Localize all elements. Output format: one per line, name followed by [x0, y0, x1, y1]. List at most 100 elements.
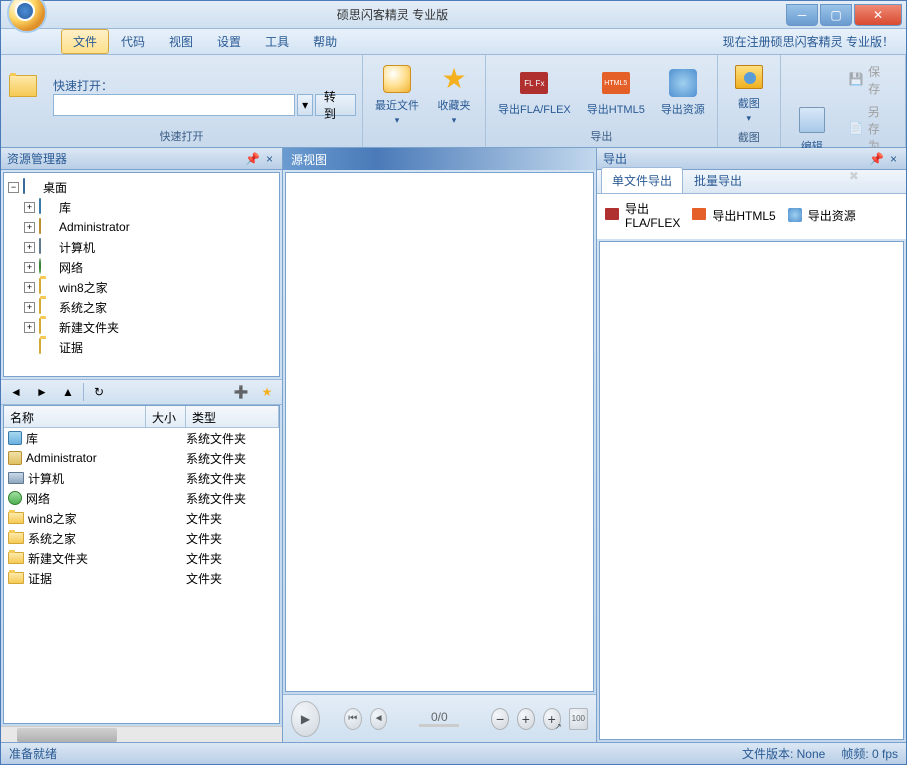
forward-button[interactable]: ►: [31, 381, 53, 403]
expand-icon[interactable]: +: [24, 302, 35, 313]
quick-open-dropdown[interactable]: ▾: [297, 94, 312, 116]
resource-panel-header: 资源管理器 📌 ×: [1, 148, 282, 170]
tab-single-export[interactable]: 单文件导出: [601, 167, 683, 193]
source-view-header: 源视图: [283, 148, 596, 170]
quick-open-label: 快速打开：: [53, 77, 356, 94]
app-icon[interactable]: [7, 0, 55, 41]
zoom-100-button[interactable]: 100: [569, 708, 588, 730]
tree-node[interactable]: +Administrator: [8, 217, 275, 237]
favorites-button[interactable]: ★ 收藏夹 ▾: [429, 61, 479, 128]
save-icon: 💾: [849, 72, 864, 88]
export-fla-item[interactable]: 导出 FLA/FLEX: [605, 202, 680, 231]
favorite-button[interactable]: ★: [256, 381, 278, 403]
chevron-down-icon: ▾: [452, 115, 457, 126]
resources-icon: [788, 208, 804, 224]
list-item[interactable]: 系统之家文件夹: [4, 528, 279, 548]
expand-icon[interactable]: +: [24, 262, 35, 273]
back-button[interactable]: ◄: [5, 381, 27, 403]
col-type[interactable]: 类型: [186, 406, 279, 427]
ribbon-group-export: 导出: [492, 125, 711, 147]
ribbon: 快速打开： ▾ 转到 快速打开 最近文件 ▾: [1, 55, 906, 148]
tree-node[interactable]: +win8之家: [8, 277, 275, 297]
statusbar: 准备就绪 文件版本: None 帧频: 0 fps: [1, 742, 906, 764]
zoom-in-button[interactable]: +: [517, 708, 535, 730]
export-html5-item[interactable]: 导出HTML5: [692, 202, 775, 231]
folder-open-icon: [9, 75, 37, 97]
filelist-toolbar: ◄ ► ▲ ↻ ➕ ★: [1, 379, 282, 405]
zoom-out-button[interactable]: −: [491, 708, 509, 730]
html5-icon: [692, 208, 708, 224]
edit-icon: [796, 104, 828, 136]
recent-files-button[interactable]: 最近文件 ▾: [369, 61, 425, 128]
register-link[interactable]: 现在注册硕思闪客精灵 专业版！: [723, 33, 894, 50]
minimize-button[interactable]: ─: [786, 4, 818, 26]
clock-icon: [381, 63, 413, 95]
status-version: 文件版本: None: [742, 745, 825, 762]
status-fps: 帧频: 0 fps: [841, 745, 898, 762]
ribbon-group-quick-open: 快速打开: [7, 125, 356, 147]
expand-icon[interactable]: +: [24, 222, 35, 233]
file-list: 名称 大小 类型 库系统文件夹Administrator系统文件夹计算机系统文件…: [3, 405, 280, 724]
col-size[interactable]: 大小: [146, 406, 186, 427]
maximize-button[interactable]: ▢: [820, 4, 852, 26]
menu-view[interactable]: 视图: [157, 29, 205, 54]
camera-icon: [733, 61, 765, 93]
up-button[interactable]: ▲: [57, 381, 79, 403]
expand-icon[interactable]: +: [24, 202, 35, 213]
tree-node[interactable]: +系统之家: [8, 297, 275, 317]
panel-close-icon[interactable]: ×: [887, 152, 900, 166]
col-name[interactable]: 名称: [4, 406, 146, 427]
frame-counter: 0/0: [419, 710, 459, 727]
horizontal-scrollbar[interactable]: [1, 726, 282, 742]
menu-settings[interactable]: 设置: [205, 29, 253, 54]
menu-tools[interactable]: 工具: [253, 29, 301, 54]
save-button: 💾保存: [843, 61, 897, 99]
pin-icon[interactable]: 📌: [245, 152, 259, 166]
tab-batch-export[interactable]: 批量导出: [683, 167, 753, 193]
list-item[interactable]: 新建文件夹文件夹: [4, 548, 279, 568]
folder-tree[interactable]: −桌面+库+Administrator+计算机+网络+win8之家+系统之家+新…: [3, 172, 280, 377]
tree-node[interactable]: +新建文件夹: [8, 317, 275, 337]
zoom-fit-button[interactable]: +↗: [543, 708, 561, 730]
snapshot-button[interactable]: 截图 ▾: [724, 59, 774, 126]
fla-icon: FL Fx: [518, 67, 550, 99]
frame-slider[interactable]: [419, 724, 459, 727]
export-detail-area: [599, 241, 904, 740]
quick-open-goto-button[interactable]: 转到: [315, 94, 356, 116]
expand-icon[interactable]: +: [24, 242, 35, 253]
list-item[interactable]: 计算机系统文件夹: [4, 468, 279, 488]
window-title: 硕思闪客精灵 专业版: [1, 6, 784, 23]
titlebar: 硕思闪客精灵 专业版 ─ ▢ ✕: [1, 1, 906, 29]
prev-frame-button[interactable]: ◄: [370, 708, 388, 730]
menu-file[interactable]: 文件: [61, 29, 109, 54]
tree-node[interactable]: +计算机: [8, 237, 275, 257]
close-button[interactable]: ✕: [854, 4, 902, 26]
list-item[interactable]: 网络系统文件夹: [4, 488, 279, 508]
menu-code[interactable]: 代码: [109, 29, 157, 54]
list-item[interactable]: win8之家文件夹: [4, 508, 279, 528]
tree-node[interactable]: 证据: [8, 337, 275, 357]
list-item[interactable]: Administrator系统文件夹: [4, 448, 279, 468]
export-fla-button[interactable]: FL Fx 导出FLA/FLEX: [492, 65, 577, 119]
menu-help[interactable]: 帮助: [301, 29, 349, 54]
collapse-icon[interactable]: −: [8, 182, 19, 193]
refresh-button[interactable]: ↻: [88, 381, 110, 403]
tree-node[interactable]: +网络: [8, 257, 275, 277]
add-button[interactable]: ➕: [230, 381, 252, 403]
list-item[interactable]: 证据文件夹: [4, 568, 279, 588]
tree-node[interactable]: +库: [8, 197, 275, 217]
playback-bar: ▶ ⏮ ◄ 0/0 − + +↗ 100: [283, 694, 596, 742]
pin-icon[interactable]: 📌: [869, 152, 883, 166]
play-button[interactable]: ▶: [291, 701, 320, 737]
list-item[interactable]: 库系统文件夹: [4, 428, 279, 448]
quick-open-input[interactable]: [53, 94, 295, 116]
export-html5-button[interactable]: HTML5 导出HTML5: [581, 65, 651, 119]
first-frame-button[interactable]: ⏮: [344, 708, 362, 730]
expand-icon[interactable]: +: [24, 322, 35, 333]
star-icon: ★: [438, 63, 470, 95]
export-res-item[interactable]: 导出资源: [788, 202, 856, 231]
expand-icon[interactable]: +: [24, 282, 35, 293]
tree-node-desktop[interactable]: −桌面: [8, 177, 275, 197]
panel-close-icon[interactable]: ×: [263, 152, 276, 166]
export-resources-button[interactable]: 导出资源: [655, 65, 711, 119]
